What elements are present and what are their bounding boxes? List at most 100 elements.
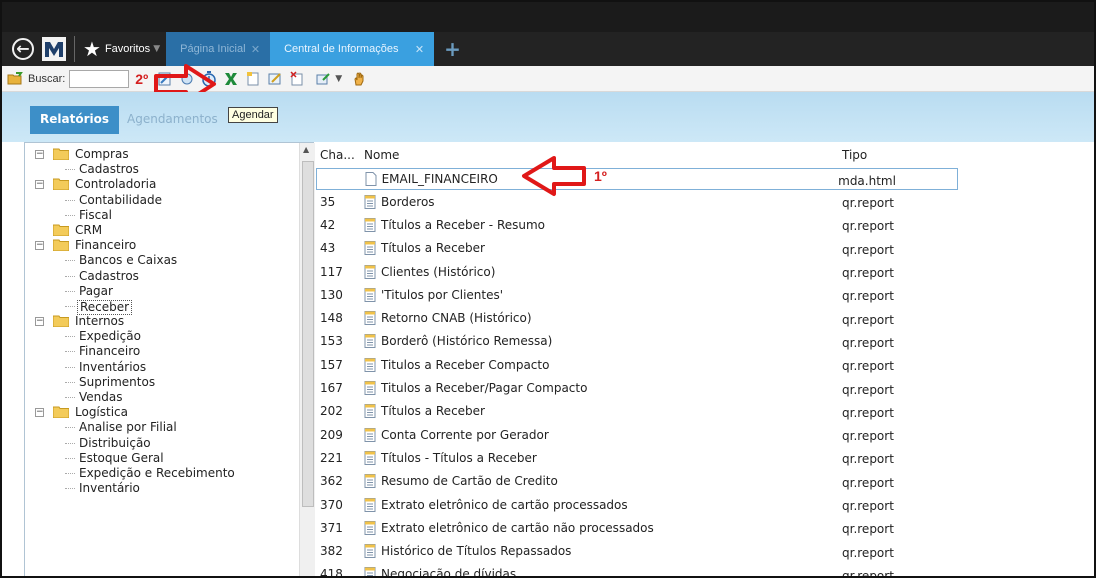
tree-item[interactable]: Distribuição: [25, 436, 313, 451]
chevron-down-icon[interactable]: ▼: [153, 44, 160, 54]
table-row[interactable]: 148 Retorno CNAB (Histórico) qr.report: [316, 306, 1094, 329]
report-document-icon: [364, 520, 376, 535]
tree-item[interactable]: Estoque Geral: [25, 451, 313, 466]
cell-cha: 157: [320, 357, 343, 372]
expand-collapse-icon[interactable]: −: [35, 317, 44, 327]
report-name: Titulos a Receber/Pagar Compacto: [381, 381, 588, 396]
tab-agendamentos[interactable]: Agendamentos: [119, 106, 226, 134]
tree-label: Contabilidade: [79, 192, 162, 207]
search-label: Buscar:: [28, 72, 66, 85]
tree-item[interactable]: Fiscal: [25, 208, 313, 223]
edit-report-icon[interactable]: [266, 70, 284, 88]
chevron-down-icon[interactable]: ▼: [335, 74, 342, 84]
search-input[interactable]: [69, 69, 130, 88]
column-header-tipo[interactable]: Tipo: [842, 148, 962, 162]
report-document-icon: [364, 264, 376, 279]
tree-label: Inventários: [79, 359, 147, 374]
close-icon[interactable]: ✕: [415, 43, 424, 56]
open-folder-icon[interactable]: [6, 70, 24, 88]
table-row[interactable]: 42 Títulos a Receber - Resumo qr.report: [316, 213, 1094, 236]
expand-collapse-icon[interactable]: −: [35, 408, 44, 418]
tree-scrollbar[interactable]: ▲: [299, 143, 315, 576]
table-row[interactable]: 153 Borderô (Histórico Remessa) qr.report: [316, 330, 1094, 353]
delete-report-icon[interactable]: [288, 70, 306, 88]
tree-item[interactable]: Pagar: [25, 284, 313, 299]
tree-item[interactable]: Inventário: [25, 481, 313, 496]
tree-item[interactable]: Vendas: [25, 390, 313, 405]
table-row[interactable]: 362 Resumo de Cartão de Credito qr.report: [316, 470, 1094, 493]
table-row[interactable]: 370 Extrato eletrônico de cartão processa…: [316, 493, 1094, 516]
cell-nome: 'Titulos por Clientes': [364, 287, 842, 302]
cell-nome: Borderos: [364, 194, 842, 209]
table-row[interactable]: 209 Conta Corrente por Gerador qr.report: [316, 423, 1094, 446]
tree-folder[interactable]: − Internos: [25, 314, 313, 329]
cell-tipo: qr.report: [842, 382, 894, 397]
table-row[interactable]: 202 Títulos a Receber qr.report: [316, 400, 1094, 423]
tree-item[interactable]: Financeiro: [25, 344, 313, 359]
expand-collapse-icon[interactable]: −: [35, 241, 44, 251]
table-row[interactable]: 418 Negociação de dívidas qr.report: [316, 563, 1094, 576]
column-header-cha[interactable]: Cha...: [316, 148, 364, 162]
tree-folder[interactable]: − Financeiro: [25, 238, 313, 253]
table-row[interactable]: 130 'Titulos por Clientes' qr.report: [316, 283, 1094, 306]
back-icon[interactable]: ←: [12, 38, 34, 60]
add-tab-icon[interactable]: +: [444, 37, 461, 61]
tree-item[interactable]: Expedição: [25, 329, 313, 344]
report-document-icon: [364, 450, 376, 465]
export-icon[interactable]: [314, 70, 332, 88]
close-icon[interactable]: ✕: [251, 43, 260, 56]
tree-item[interactable]: Suprimentos: [25, 375, 313, 390]
table-row[interactable]: 117 Clientes (Histórico) qr.report: [316, 260, 1094, 283]
favorites-menu[interactable]: Favoritos: [105, 43, 150, 55]
cell-nome: Títulos - Títulos a Receber: [364, 450, 842, 465]
cell-tipo: qr.report: [842, 359, 894, 374]
tree-connector: [65, 442, 75, 444]
star-icon[interactable]: ★: [83, 39, 101, 59]
tree-label: Financeiro: [75, 238, 137, 253]
cell-tipo: qr.report: [842, 405, 894, 420]
report-name: Borderos: [381, 194, 435, 209]
tree-item[interactable]: Cadastros: [25, 162, 313, 177]
scrollbar-thumb[interactable]: [302, 161, 314, 507]
tree-item[interactable]: Contabilidade: [25, 193, 313, 208]
hand-icon[interactable]: [350, 70, 368, 88]
cell-nome: Extrato eletrônico de cartão não process…: [364, 520, 842, 535]
tree-folder[interactable]: CRM: [25, 223, 313, 238]
table-row[interactable]: EMAIL_FINANCEIRO mda.html: [316, 168, 958, 190]
tree-folder[interactable]: − Logística: [25, 405, 313, 420]
scroll-up-icon[interactable]: ▲: [303, 145, 309, 154]
table-row[interactable]: 157 Titulos a Receber Compacto qr.report: [316, 353, 1094, 376]
tree-label: Cadastros: [79, 162, 139, 177]
folder-icon: [53, 239, 69, 252]
cell-nome: Retorno CNAB (Histórico): [364, 311, 842, 326]
column-header-nome[interactable]: Nome: [364, 148, 842, 162]
tree-connector: [65, 290, 75, 292]
tree-folder[interactable]: − Compras: [25, 147, 313, 162]
table-row[interactable]: 35 Borderos qr.report: [316, 190, 1094, 213]
tree-item[interactable]: Expedição e Recebimento: [25, 466, 313, 481]
tab-relatorios[interactable]: Relatórios: [30, 106, 119, 134]
tree-item[interactable]: Bancos e Caixas: [25, 253, 313, 268]
report-name: Resumo de Cartão de Credito: [381, 474, 558, 489]
expand-collapse-icon[interactable]: −: [35, 180, 44, 190]
expand-collapse-icon[interactable]: −: [35, 150, 44, 159]
excel-icon[interactable]: [222, 70, 240, 88]
new-report-icon[interactable]: [244, 70, 262, 88]
tree-item[interactable]: Analise por Filial: [25, 420, 313, 435]
table-row[interactable]: 167 Titulos a Receber/Pagar Compacto qr.re…: [316, 376, 1094, 399]
report-name: Titulos a Receber Compacto: [381, 357, 550, 372]
table-row[interactable]: 43 Títulos a Receber qr.report: [316, 237, 1094, 260]
tree-item[interactable]: Inventários: [25, 360, 313, 375]
tab-central-de-informacoes[interactable]: Central de Informações ✕: [270, 32, 435, 66]
cell-tipo: qr.report: [842, 335, 894, 350]
tree-label: Pagar: [79, 283, 113, 298]
tree-item[interactable]: Receber: [25, 299, 313, 315]
tree-folder[interactable]: − Controladoria: [25, 177, 313, 192]
cell-nome: Conta Corrente por Gerador: [364, 427, 842, 442]
tree-connector: [65, 472, 75, 474]
table-row[interactable]: 371 Extrato eletrônico de cartão não proc…: [316, 516, 1094, 539]
cell-tipo: qr.report: [842, 522, 894, 537]
tree-item[interactable]: Cadastros: [25, 269, 313, 284]
table-row[interactable]: 221 Títulos - Títulos a Receber qr.report: [316, 446, 1094, 469]
table-row[interactable]: 382 Histórico de Títulos Repassados qr.rep…: [316, 539, 1094, 562]
